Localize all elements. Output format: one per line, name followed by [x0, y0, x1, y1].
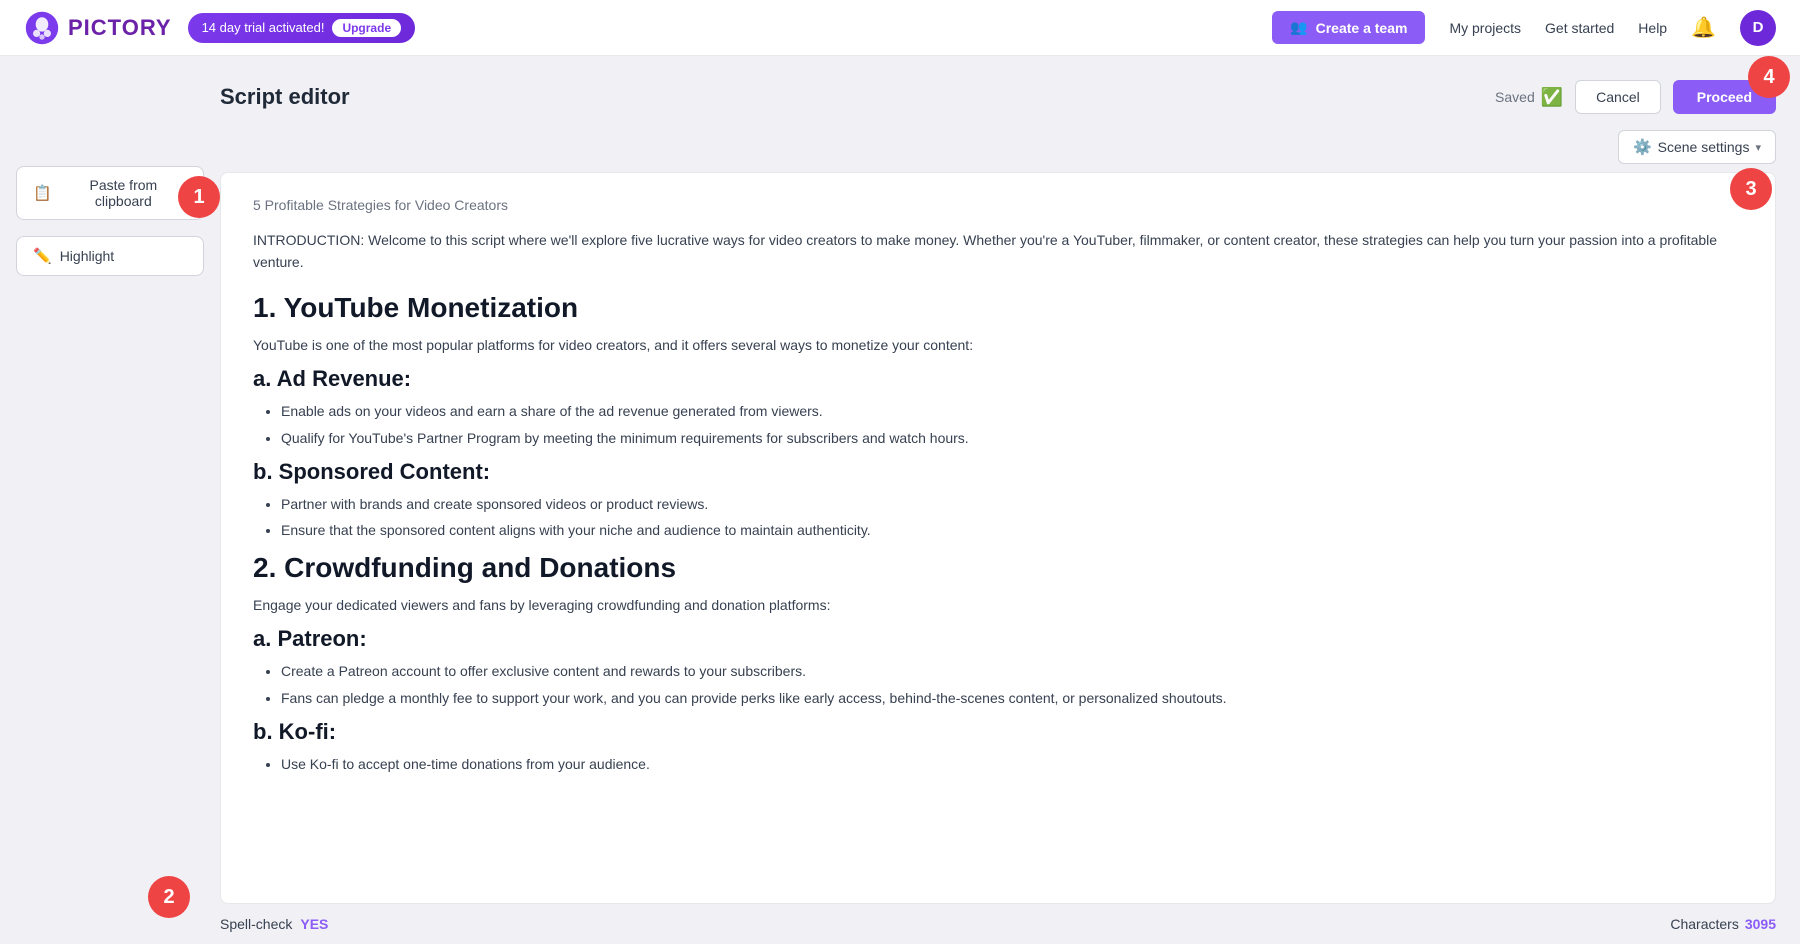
editor-actions: Saved ✅ Cancel Proceed [1495, 80, 1776, 114]
subsection-1b-bullets: Partner with brands and create sponsored… [253, 493, 1743, 542]
scene-settings-button[interactable]: ⚙️ Scene settings ▾ [1618, 130, 1776, 164]
upgrade-button[interactable]: Upgrade [332, 19, 401, 37]
paste-from-clipboard-button[interactable]: 📋 Paste from clipboard [16, 166, 204, 220]
highlight-button[interactable]: ✏️ Highlight [16, 236, 204, 276]
step-3-badge: 3 [1730, 168, 1772, 210]
bell-icon[interactable]: 🔔 [1691, 15, 1716, 40]
characters-area: Characters 3095 [1670, 916, 1776, 932]
section-2-heading: 2. Crowdfunding and Donations [253, 552, 1743, 584]
spell-check-label: Spell-check [220, 916, 292, 932]
subsection-1a-heading: a. Ad Revenue: [253, 366, 1743, 392]
step-1-badge: 1 [178, 176, 220, 218]
list-item: Use Ko-fi to accept one-time donations f… [281, 753, 1743, 775]
spell-check-value[interactable]: YES [300, 916, 328, 932]
trial-badge: 14 day trial activated! Upgrade [188, 13, 416, 43]
topnav-left: PICTORY 14 day trial activated! Upgrade [24, 10, 415, 46]
main-layout: 1 📋 Paste from clipboard ✏️ Highlight 2 … [0, 56, 1800, 944]
logo: PICTORY [24, 10, 172, 46]
saved-indicator: Saved ✅ [1495, 87, 1563, 108]
characters-label: Characters [1670, 916, 1738, 932]
editor-header: Script editor Saved ✅ Cancel Proceed [220, 80, 1776, 130]
editor-paper[interactable]: 5 Profitable Strategies for Video Creato… [220, 172, 1776, 904]
subsection-2b-heading: b. Ko-fi: [253, 719, 1743, 745]
my-projects-link[interactable]: My projects [1449, 20, 1521, 36]
list-item: Ensure that the sponsored content aligns… [281, 519, 1743, 541]
avatar[interactable]: D [1740, 10, 1776, 46]
status-bar: Spell-check YES Characters 3095 [220, 904, 1776, 944]
paste-label: Paste from clipboard [60, 177, 187, 209]
logo-text: PICTORY [68, 15, 172, 41]
create-team-label: Create a team [1316, 20, 1408, 36]
clipboard-icon: 📋 [33, 184, 52, 202]
list-item: Partner with brands and create sponsored… [281, 493, 1743, 515]
sidebar: 1 📋 Paste from clipboard ✏️ Highlight 2 [0, 56, 220, 944]
intro-text: INTRODUCTION: Welcome to this script whe… [253, 229, 1743, 274]
chevron-down-icon: ▾ [1755, 141, 1761, 154]
topnav: PICTORY 14 day trial activated! Upgrade … [0, 0, 1800, 56]
content-area: 3 Script editor Saved ✅ Cancel Proceed ⚙… [220, 56, 1800, 944]
page-title: Script editor [220, 84, 350, 110]
people-icon: 👥 [1290, 19, 1307, 36]
topnav-right: 👥 Create a team My projects Get started … [1272, 10, 1776, 46]
scene-settings-label: Scene settings [1658, 139, 1750, 155]
logo-icon [24, 10, 60, 46]
step-4-badge: 4 [1748, 56, 1790, 98]
section-1-heading: 1. YouTube Monetization [253, 292, 1743, 324]
step-2-badge: 2 [148, 876, 190, 918]
cancel-button[interactable]: Cancel [1575, 80, 1661, 114]
spell-check-area: Spell-check YES [220, 916, 328, 932]
subsection-1a-bullets: Enable ads on your videos and earn a sha… [253, 400, 1743, 449]
saved-label: Saved [1495, 89, 1535, 105]
subsection-2a-heading: a. Patreon: [253, 626, 1743, 652]
check-circle-icon: ✅ [1541, 87, 1563, 108]
list-item: Create a Patreon account to offer exclus… [281, 660, 1743, 682]
create-team-button[interactable]: 👥 Create a team [1272, 11, 1425, 44]
scene-settings-bar: ⚙️ Scene settings ▾ [220, 130, 1776, 164]
help-link[interactable]: Help [1638, 20, 1667, 36]
script-title: 5 Profitable Strategies for Video Creato… [253, 197, 1743, 213]
list-item: Fans can pledge a monthly fee to support… [281, 687, 1743, 709]
subsection-2a-bullets: Create a Patreon account to offer exclus… [253, 660, 1743, 709]
characters-count: 3095 [1745, 916, 1776, 932]
section-1-p: YouTube is one of the most popular platf… [253, 334, 1743, 356]
get-started-link[interactable]: Get started [1545, 20, 1614, 36]
highlight-icon: ✏️ [33, 247, 52, 265]
list-item: Qualify for YouTube's Partner Program by… [281, 427, 1743, 449]
trial-text: 14 day trial activated! [202, 20, 325, 35]
highlight-label: Highlight [60, 248, 114, 264]
section-2-p: Engage your dedicated viewers and fans b… [253, 594, 1743, 616]
subsection-2b-bullets: Use Ko-fi to accept one-time donations f… [253, 753, 1743, 775]
list-item: Enable ads on your videos and earn a sha… [281, 400, 1743, 422]
subsection-1b-heading: b. Sponsored Content: [253, 459, 1743, 485]
gear-icon: ⚙️ [1633, 138, 1652, 156]
